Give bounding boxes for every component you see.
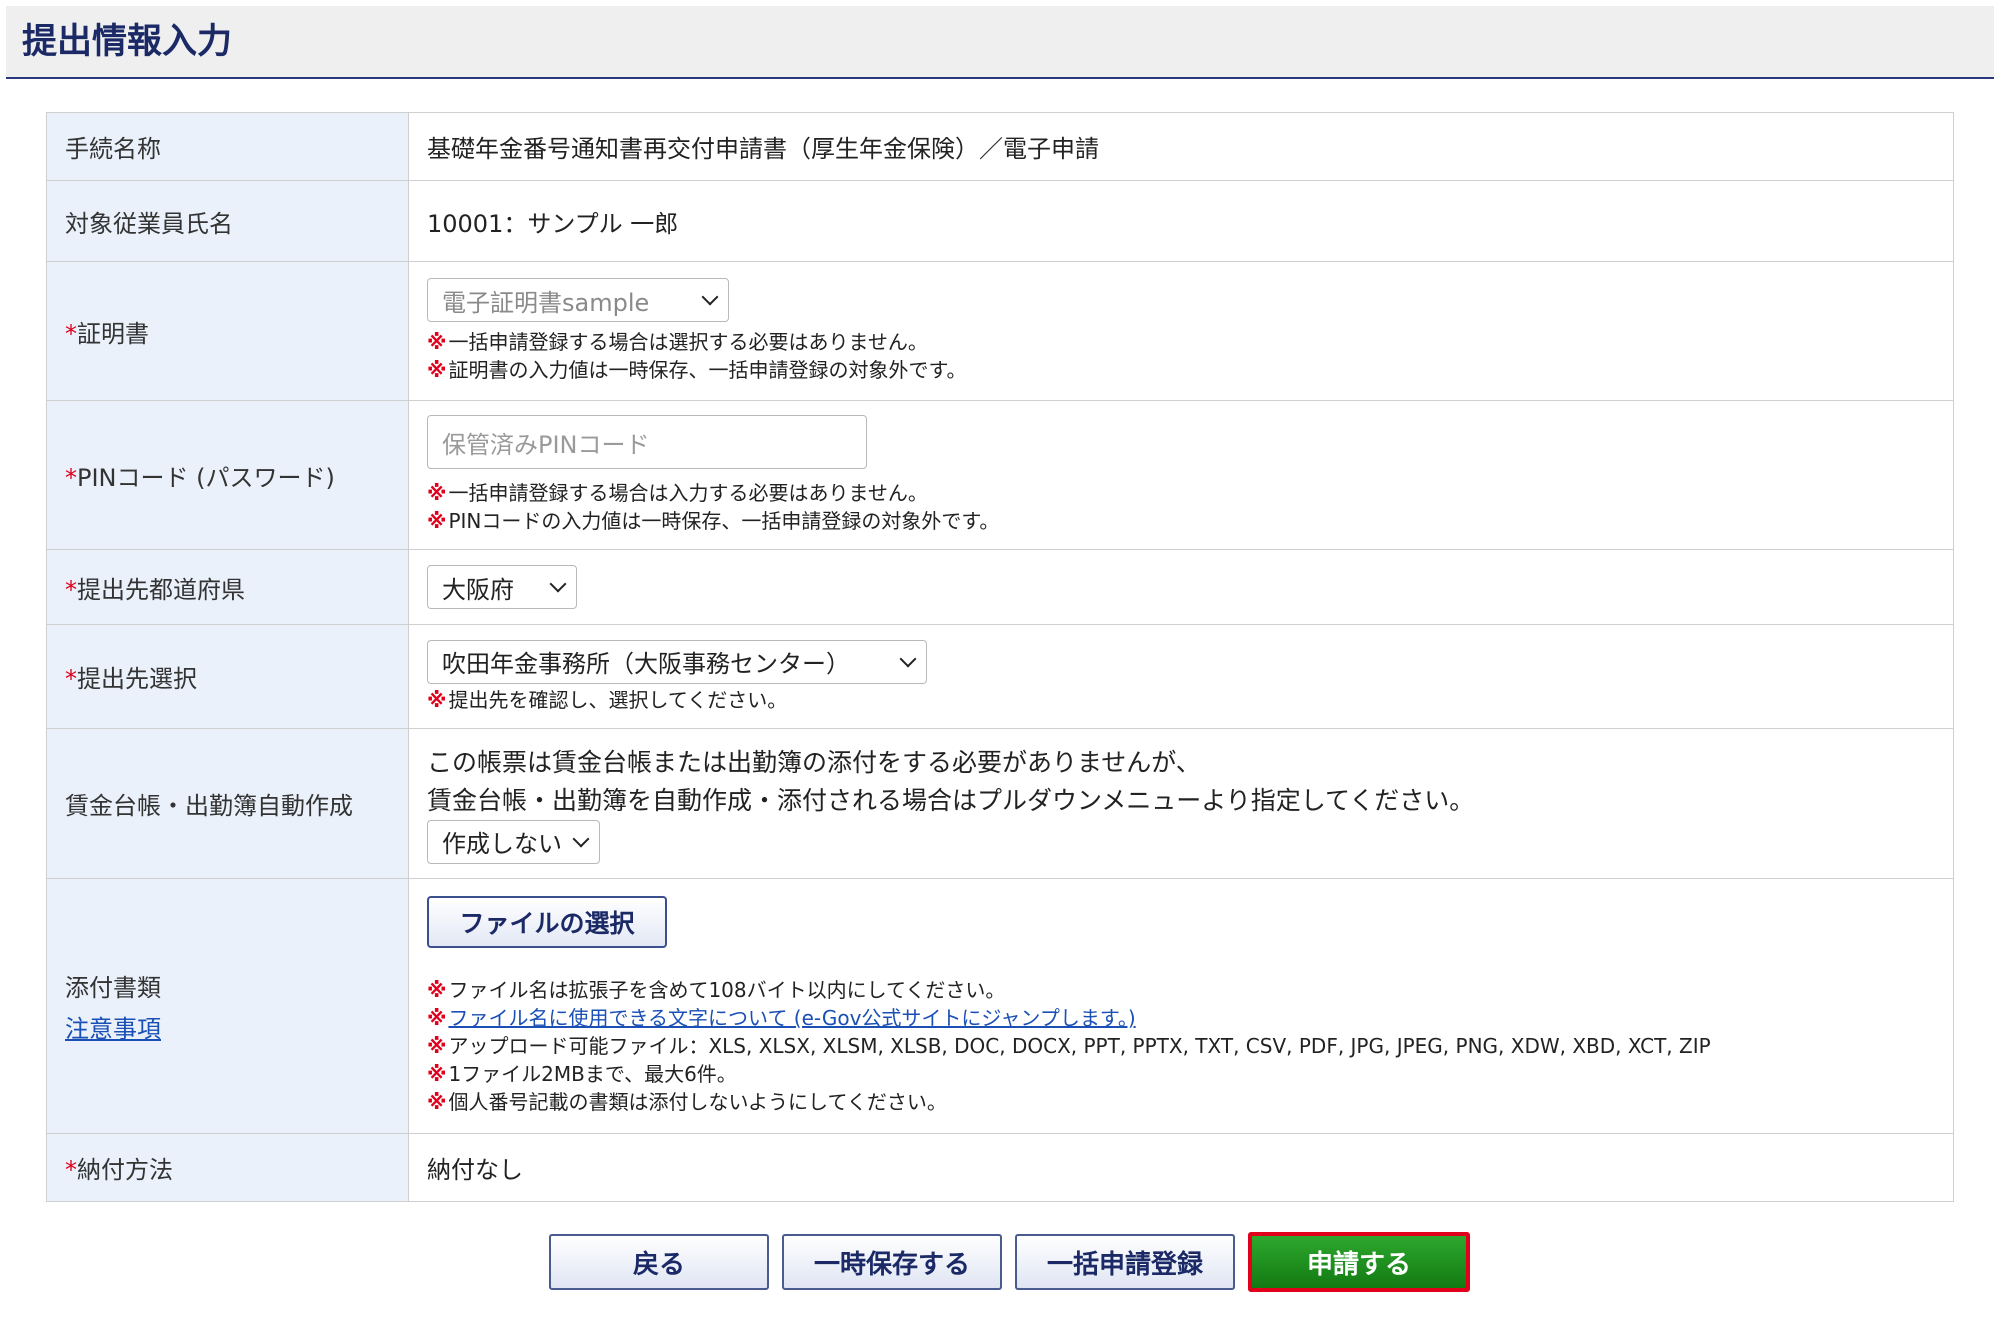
required-mark: * (65, 1156, 77, 1184)
pin-notes: ※ 一括申請登録する場合は入力する必要はありません。 ※ PINコードの入力値は一時… (427, 479, 1953, 535)
action-bar: 戻る 一時保存する 一括申請登録 申請する (0, 1232, 2000, 1294)
note-mark: ※ (427, 1062, 447, 1086)
procedure-value: 基礎年金番号通知書再交付申請書（厚生年金保険）／電子申請 (408, 112, 1954, 181)
back-button[interactable]: 戻る (549, 1234, 769, 1290)
row-prefecture: *提出先都道府県 大阪府 (46, 549, 1954, 625)
prefecture-label-text: 提出先都道府県 (77, 575, 245, 604)
destination-label: *提出先選択 (46, 624, 409, 729)
pin-label: *PINコード (パスワード) (46, 400, 409, 550)
submission-form: 手続名称 基礎年金番号通知書再交付申請書（厚生年金保険）／電子申請 対象従業員氏… (46, 112, 1954, 1202)
wage-ledger-selected-value: 作成しない (442, 830, 562, 858)
payment-value: 納付なし (408, 1133, 1954, 1202)
note-item: ※ 個人番号記載の書類は添付しないようにしてください。 (427, 1090, 947, 1114)
note-item: ※ 一括申請登録する場合は入力する必要はありません。 (427, 481, 928, 505)
note-mark: ※ (427, 330, 447, 354)
row-attachments: 添付書類 注意事項 ファイルの選択 ※ ファイル名は拡張子を含めて108バイト以内… (46, 878, 1954, 1134)
wage-ledger-select[interactable]: 作成しない (427, 819, 600, 864)
attachments-cell: ファイルの選択 ※ ファイル名は拡張子を含めて108バイト以内にしてください。 ※… (408, 878, 1954, 1134)
row-payment: *納付方法 納付なし (46, 1133, 1954, 1202)
destination-selected-value: 吹田年金事務所（大阪事務センター） (442, 650, 850, 678)
certificate-select[interactable]: 電子証明書sample (427, 278, 729, 322)
required-mark: * (65, 463, 77, 492)
wage-ledger-text-2: 賃金台帳・出勤簿を自動作成・添付される場合はプルダウンメニューより指定してくださ… (427, 785, 1475, 815)
note-mark: ※ (427, 509, 447, 533)
prefecture-cell: 大阪府 (408, 549, 1954, 625)
required-mark: * (65, 665, 77, 693)
row-destination: *提出先選択 吹田年金事務所（大阪事務センター） ※ 提出先を確認し、選択してくだ… (46, 624, 1954, 729)
row-certificate: *証明書 電子証明書sample ※ 一括申請登録する場合は選択する必要はありませ… (46, 261, 1954, 401)
note-item: ※ ファイル名は拡張子を含めて108バイト以内にしてください。 (427, 978, 1006, 1002)
row-employee: 対象従業員氏名 10001：サンプル 一郎 (46, 180, 1954, 262)
page-header: 提出情報入力 (6, 6, 1994, 79)
chevron-down-icon (549, 575, 567, 593)
attachments-label: 添付書類 注意事項 (46, 878, 409, 1134)
note-mark: ※ (427, 978, 447, 1002)
destination-cell: 吹田年金事務所（大阪事務センター） ※ 提出先を確認し、選択してください。 (408, 624, 1954, 729)
row-procedure: 手続名称 基礎年金番号通知書再交付申請書（厚生年金保険）／電子申請 (46, 112, 1954, 181)
row-wage-ledger: 賃金台帳・出勤簿自動作成 この帳票は賃金台帳または出勤簿の添付をする必要がありま… (46, 728, 1954, 879)
destination-label-text: 提出先選択 (77, 665, 197, 693)
chevron-down-icon (701, 288, 719, 306)
employee-value: 10001：サンプル 一郎 (408, 180, 1954, 262)
note-item: ※ アップロード可能ファイル：XLS, XLSX, XLSM, XLSB, DOC… (427, 1034, 1711, 1058)
pin-input[interactable]: 保管済みPINコード (427, 415, 867, 469)
note-item: ※ 一括申請登録する場合は選択する必要はありません。 (427, 330, 928, 354)
prefecture-selected-value: 大阪府 (442, 575, 514, 604)
submit-button[interactable]: 申請する (1248, 1232, 1470, 1292)
certificate-label-text: 証明書 (77, 319, 149, 348)
procedure-label: 手続名称 (46, 112, 409, 181)
chevron-down-icon (899, 650, 917, 667)
note-mark: ※ (427, 1090, 447, 1114)
attachments-label-text: 添付書類 (65, 974, 161, 1002)
destination-notes: ※ 提出先を確認し、選択してください。 (427, 686, 1953, 714)
pin-label-text: PINコード (パスワード) (77, 463, 335, 492)
employee-label: 対象従業員氏名 (46, 180, 409, 262)
certificate-selected-value: 電子証明書sample (442, 288, 650, 317)
precautions-link[interactable]: 注意事項 (65, 1015, 161, 1043)
note-item: ※ 1ファイル2MBまで、最大6件。 (427, 1062, 737, 1086)
note-item: ※ 提出先を確認し、選択してください。 (427, 687, 788, 712)
note-mark: ※ (427, 481, 447, 505)
batch-register-button[interactable]: 一括申請登録 (1015, 1234, 1235, 1290)
pin-cell: 保管済みPINコード ※ 一括申請登録する場合は入力する必要はありません。 ※ PI… (408, 400, 1954, 550)
payment-label-text: 納付方法 (77, 1156, 173, 1184)
destination-select[interactable]: 吹田年金事務所（大阪事務センター） (427, 639, 927, 684)
wage-ledger-cell: この帳票は賃金台帳または出勤簿の添付をする必要がありませんが、 賃金台帳・出勤簿… (408, 728, 1954, 879)
pin-placeholder: 保管済みPINコード (442, 430, 650, 459)
wage-ledger-label: 賃金台帳・出勤簿自動作成 (46, 728, 409, 879)
certificate-cell: 電子証明書sample ※ 一括申請登録する場合は選択する必要はありません。 ※ 証… (408, 261, 1954, 401)
note-mark: ※ (427, 687, 447, 712)
prefecture-select[interactable]: 大阪府 (427, 565, 577, 609)
certificate-notes: ※ 一括申請登録する場合は選択する必要はありません。 ※ 証明書の入力値は一時保存、… (427, 328, 1953, 384)
wage-ledger-text-1: この帳票は賃金台帳または出勤簿の添付をする必要がありませんが、 (427, 747, 1201, 777)
required-mark: * (65, 575, 77, 604)
attachments-notes: ※ ファイル名は拡張子を含めて108バイト以内にしてください。 ※ ファイル名に使用… (427, 976, 1953, 1116)
note-item: ※ ファイル名に使用できる文字について (e-Gov公式サイトにジャンプします。) (427, 1004, 1953, 1032)
note-mark: ※ (427, 358, 447, 382)
chevron-down-icon (572, 830, 590, 847)
note-mark: ※ (427, 1006, 447, 1030)
note-mark: ※ (427, 1034, 447, 1058)
prefecture-label: *提出先都道府県 (46, 549, 409, 625)
note-item: ※ 証明書の入力値は一時保存、一括申請登録の対象外です。 (427, 358, 967, 382)
certificate-label: *証明書 (46, 261, 409, 401)
file-select-button[interactable]: ファイルの選択 (427, 896, 667, 948)
note-item: ※ PINコードの入力値は一時保存、一括申請登録の対象外です。 (427, 509, 1000, 533)
required-mark: * (65, 319, 77, 348)
row-pin: *PINコード (パスワード) 保管済みPINコード ※ 一括申請登録する場合は入… (46, 400, 1954, 550)
payment-label: *納付方法 (46, 1133, 409, 1202)
save-draft-button[interactable]: 一時保存する (782, 1234, 1002, 1290)
filename-chars-link[interactable]: ファイル名に使用できる文字について (e-Gov公式サイトにジャンプします。) (448, 1006, 1135, 1030)
page-title: 提出情報入力 (22, 22, 233, 62)
